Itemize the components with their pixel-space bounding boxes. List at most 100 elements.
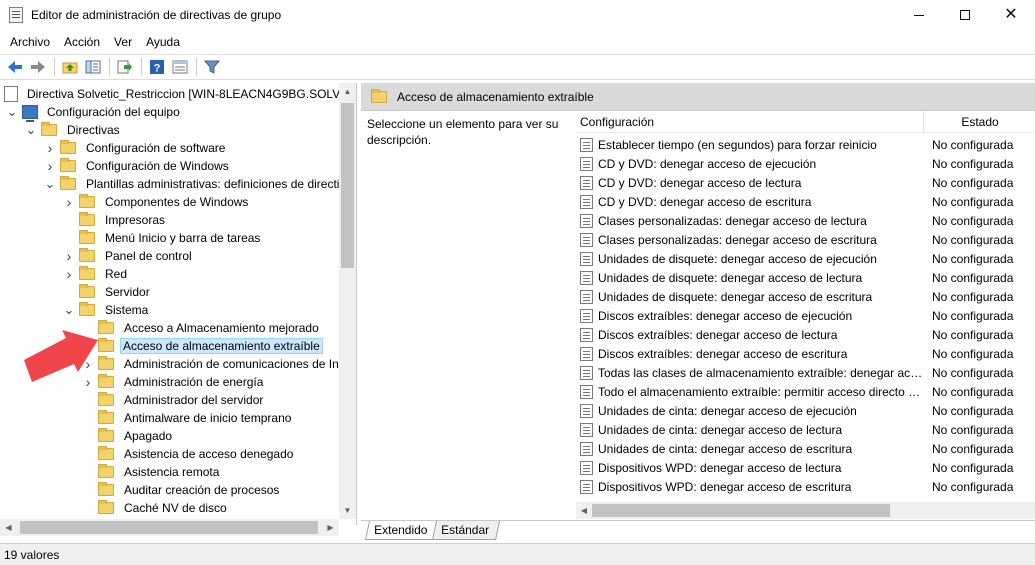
chevron-down-icon[interactable]: ⌄ xyxy=(44,177,56,190)
chevron-down-icon[interactable]: ⌄ xyxy=(6,105,18,118)
scroll-thumb[interactable] xyxy=(20,521,318,534)
tree-item[interactable]: › Administración de energía xyxy=(82,373,267,391)
tree-item[interactable]: ⌄ Directivas xyxy=(25,121,124,139)
setting-state: No configurada xyxy=(932,422,1014,437)
list-item[interactable]: Unidades de disquete: denegar acceso de … xyxy=(576,249,1035,268)
policy-setting-icon xyxy=(580,365,593,380)
tree-item[interactable]: ⌄ Sistema xyxy=(63,301,152,319)
chevron-right-icon[interactable]: › xyxy=(44,158,56,174)
scroll-down-icon[interactable]: ▼ xyxy=(339,502,356,519)
list-item[interactable]: CD y DVD: denegar acceso de escritura No … xyxy=(576,192,1035,211)
chevron-down-icon[interactable]: ⌄ xyxy=(63,303,75,316)
scroll-right-icon[interactable]: ▶ xyxy=(322,519,339,536)
help-icon: ? xyxy=(150,60,164,75)
tree-item[interactable]: Impresoras xyxy=(63,211,169,229)
setting-name: Discos extraíbles: denegar acceso de esc… xyxy=(598,346,848,361)
folder-icon xyxy=(79,284,95,298)
list-item[interactable]: Unidades de disquete: denegar acceso de … xyxy=(576,268,1035,287)
list-item[interactable]: Unidades de cinta: denegar acceso de lec… xyxy=(576,420,1035,439)
list-item[interactable]: Clases personalizadas: denegar acceso de… xyxy=(576,230,1035,249)
tree-item[interactable]: Acceso de almacenamiento extraíble xyxy=(82,337,323,355)
chevron-right-icon[interactable]: › xyxy=(63,266,75,282)
list-item[interactable]: Unidades de disquete: denegar acceso de … xyxy=(576,287,1035,306)
toolbar-separator xyxy=(109,58,110,76)
tree-horizontal-scrollbar[interactable]: ◀ ▶ xyxy=(0,519,339,536)
policy-setting-icon xyxy=(580,460,593,475)
list-item[interactable]: Unidades de cinta: denegar acceso de esc… xyxy=(576,439,1035,458)
list-horizontal-scrollbar[interactable]: ◀ xyxy=(576,502,1035,519)
list-item[interactable]: Dispositivos WPD: denegar acceso de escr… xyxy=(576,477,1035,496)
tree-item[interactable]: Asistencia de acceso denegado xyxy=(82,445,297,463)
scroll-thumb[interactable] xyxy=(341,103,354,268)
chevron-down-icon[interactable]: ⌄ xyxy=(25,123,37,136)
tree-item[interactable]: ⌄ Configuración del equipo xyxy=(6,103,184,122)
filter-button[interactable] xyxy=(201,56,223,78)
setting-state: No configurada xyxy=(932,232,1014,247)
list-item[interactable]: Clases personalizadas: denegar acceso de… xyxy=(576,211,1035,230)
menu-accion[interactable]: Acción xyxy=(57,35,107,49)
column-header-configuracion[interactable]: Configuración xyxy=(580,115,654,129)
list-item[interactable]: Discos extraíbles: denegar acceso de eje… xyxy=(576,306,1035,325)
tree-item[interactable]: Servidor xyxy=(63,283,154,301)
setting-name: Unidades de cinta: denegar acceso de lec… xyxy=(598,422,843,437)
tree-item[interactable]: › Configuración de software xyxy=(44,139,229,157)
scroll-thumb[interactable] xyxy=(592,504,890,517)
menu-ayuda[interactable]: Ayuda xyxy=(139,35,187,49)
up-folder-button[interactable] xyxy=(59,56,81,78)
close-button[interactable]: ✕ xyxy=(988,0,1034,30)
tree-item[interactable]: Acceso a Almacenamiento mejorado xyxy=(82,319,323,337)
tree-item[interactable]: › Administración de comunicaciones de In xyxy=(82,355,343,373)
scroll-up-icon[interactable]: ▲ xyxy=(339,83,356,100)
list-item[interactable]: Discos extraíbles: denegar acceso de lec… xyxy=(576,325,1035,344)
forward-button[interactable] xyxy=(27,56,49,78)
tree-item[interactable]: › Configuración de Windows xyxy=(44,157,233,175)
list-item[interactable]: Unidades de cinta: denegar acceso de eje… xyxy=(576,401,1035,420)
tree-item[interactable]: › Red xyxy=(63,265,131,283)
folder-icon xyxy=(98,392,114,406)
minimize-button[interactable] xyxy=(896,0,942,30)
tree-item[interactable]: Apagado xyxy=(82,427,176,445)
list-item[interactable]: Establecer tiempo (en segundos) para for… xyxy=(576,135,1035,154)
tree-item[interactable]: Administrador del servidor xyxy=(82,391,267,409)
tree-item[interactable]: Asistencia remota xyxy=(82,463,223,481)
chevron-right-icon[interactable]: › xyxy=(63,248,75,264)
setting-state: No configurada xyxy=(932,441,1014,456)
export-list-button[interactable] xyxy=(114,56,136,78)
list-item[interactable]: CD y DVD: denegar acceso de lectura No co… xyxy=(576,173,1035,192)
setting-name: CD y DVD: denegar acceso de ejecución xyxy=(598,156,817,171)
menu-ver[interactable]: Ver xyxy=(107,35,139,49)
column-divider[interactable] xyxy=(923,111,924,133)
tab-extendido[interactable]: Extendido xyxy=(364,521,439,540)
scroll-left-icon[interactable]: ◀ xyxy=(0,519,17,536)
view-button[interactable] xyxy=(169,56,191,78)
help-button[interactable]: ? xyxy=(146,56,168,78)
list-item[interactable]: Dispositivos WPD: denegar acceso de lect… xyxy=(576,458,1035,477)
column-header-estado[interactable]: Estado xyxy=(930,115,1030,129)
list-item[interactable]: Discos extraíbles: denegar acceso de esc… xyxy=(576,344,1035,363)
chevron-right-icon[interactable]: › xyxy=(44,140,56,156)
maximize-icon xyxy=(960,10,970,20)
tree-item[interactable]: Antimalware de inicio temprano xyxy=(82,409,295,427)
tree-item[interactable]: Caché NV de disco xyxy=(82,499,231,517)
maximize-button[interactable] xyxy=(942,0,988,30)
chevron-right-icon[interactable]: › xyxy=(63,194,75,210)
menu-archivo[interactable]: Archivo xyxy=(3,35,57,49)
tree-item[interactable]: ⌄ Plantillas administrativas: definicione… xyxy=(44,175,349,193)
tree-item[interactable]: Menú Inicio y barra de tareas xyxy=(63,229,264,247)
tree-item[interactable]: Directiva Solvetic_Restriccion [WIN-8LEA… xyxy=(4,85,356,103)
list-item[interactable]: Todas las clases de almacenamiento extra… xyxy=(576,363,1035,382)
tab-estandar[interactable]: Estándar xyxy=(432,521,501,540)
scroll-left-icon[interactable]: ◀ xyxy=(576,502,592,519)
setting-name: CD y DVD: denegar acceso de lectura xyxy=(598,175,802,190)
tree-item[interactable]: › Panel de control xyxy=(63,247,196,265)
tree-item[interactable]: › Componentes de Windows xyxy=(63,193,252,211)
policy-setting-icon xyxy=(580,384,593,399)
list-item[interactable]: Todo el almacenamiento extraíble: permit… xyxy=(576,382,1035,401)
list-item[interactable]: CD y DVD: denegar acceso de ejecución No … xyxy=(576,154,1035,173)
back-button[interactable] xyxy=(4,56,26,78)
show-hide-tree-button[interactable] xyxy=(82,56,104,78)
tree-vertical-scrollbar[interactable]: ▲ ▼ xyxy=(339,83,356,519)
tree-item[interactable]: Auditar creación de procesos xyxy=(82,481,283,499)
menu-bar: Archivo Acción Ver Ayuda xyxy=(0,31,1035,53)
